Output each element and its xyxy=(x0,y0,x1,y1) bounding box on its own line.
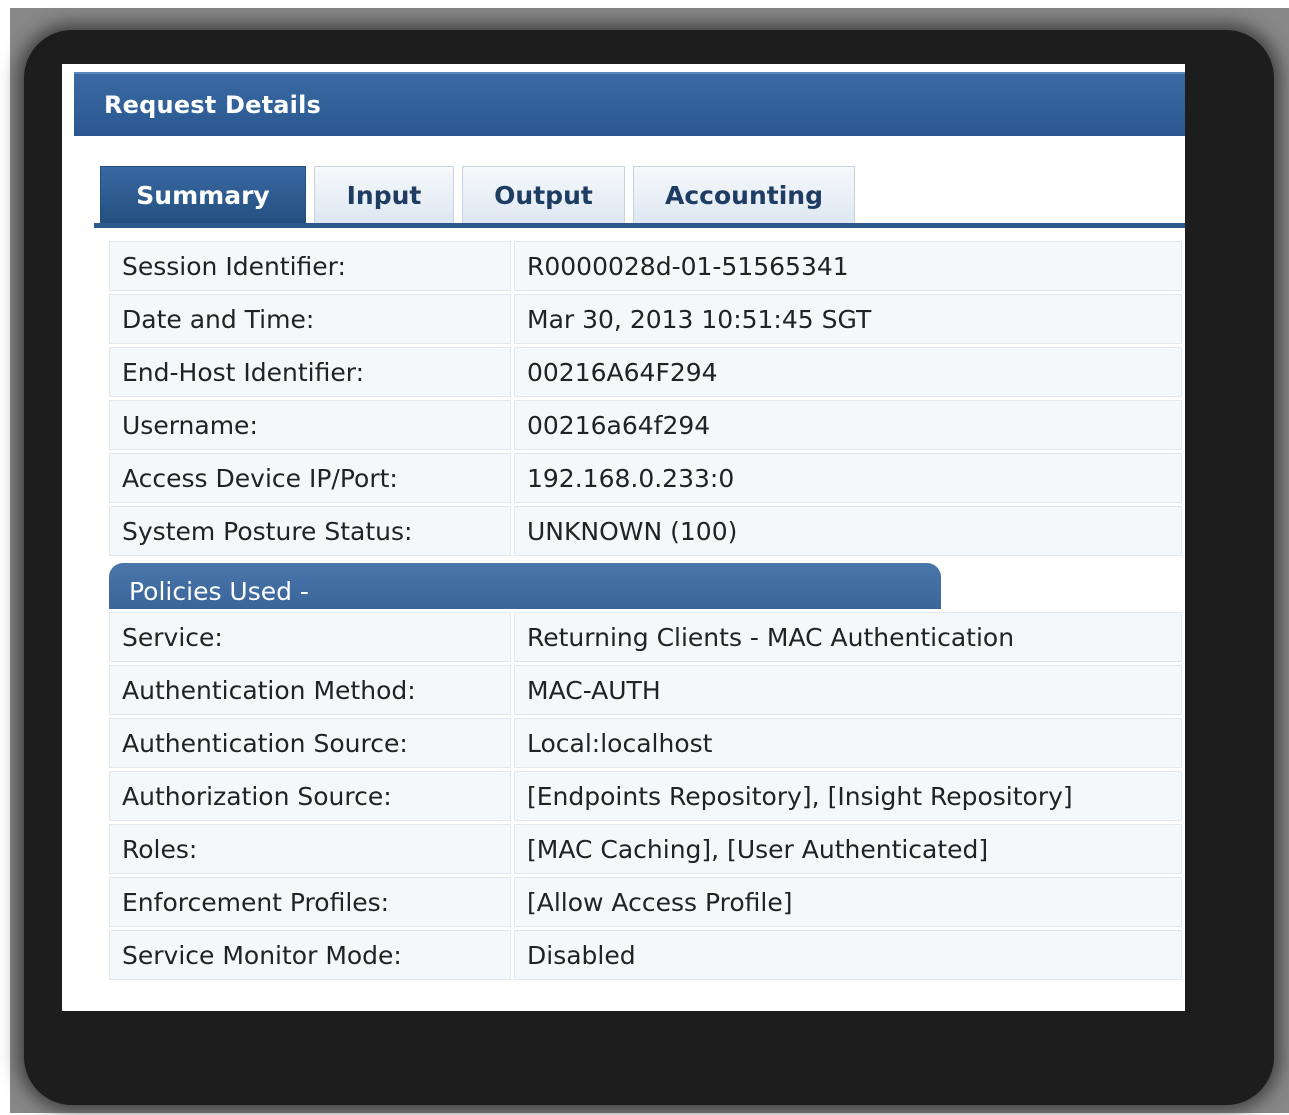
authorization-source-label: Authorization Source: xyxy=(109,771,511,821)
service-label: Service: xyxy=(109,612,511,662)
table-row: Service Monitor Mode: Disabled xyxy=(109,930,1182,980)
auth-method-label: Authentication Method: xyxy=(109,665,511,715)
table-row: Service: Returning Clients - MAC Authent… xyxy=(109,612,1182,662)
tab-underline xyxy=(94,223,1185,228)
dialog-title: Request Details xyxy=(104,91,322,119)
session-identifier-label: Session Identifier: xyxy=(109,241,511,291)
auth-source-value: Local:localhost xyxy=(514,718,1182,768)
dialog-title-bar[interactable]: Request Details xyxy=(74,72,1185,136)
access-device-label: Access Device IP/Port: xyxy=(109,453,511,503)
request-details-dialog: Request Details Summary Input Output Acc… xyxy=(62,64,1185,1011)
enforcement-profiles-label: Enforcement Profiles: xyxy=(109,877,511,927)
access-device-value: 192.168.0.233:0 xyxy=(514,453,1182,503)
table-row: Authentication Source: Local:localhost xyxy=(109,718,1182,768)
session-identifier-value: R0000028d-01-51565341 xyxy=(514,241,1182,291)
service-monitor-mode-label: Service Monitor Mode: xyxy=(109,930,511,980)
tab-bar: Summary Input Output Accounting xyxy=(100,166,863,224)
posture-status-label: System Posture Status: xyxy=(109,506,511,556)
service-value: Returning Clients - MAC Authentication xyxy=(514,612,1182,662)
table-row: End-Host Identifier: 00216A64F294 xyxy=(109,347,1182,397)
tab-output[interactable]: Output xyxy=(462,166,625,224)
date-time-label: Date and Time: xyxy=(109,294,511,344)
table-row: Session Identifier: R0000028d-01-5156534… xyxy=(109,241,1182,291)
username-label: Username: xyxy=(109,400,511,450)
request-details-table: Session Identifier: R0000028d-01-5156534… xyxy=(106,238,1185,983)
tab-summary[interactable]: Summary xyxy=(100,166,306,224)
date-time-value: Mar 30, 2013 10:51:45 SGT xyxy=(514,294,1182,344)
auth-method-value: MAC-AUTH xyxy=(514,665,1182,715)
roles-label: Roles: xyxy=(109,824,511,874)
enforcement-profiles-value: [Allow Access Profile] xyxy=(514,877,1182,927)
policies-used-header[interactable]: Policies Used - xyxy=(109,563,941,609)
table-row: Roles: [MAC Caching], [User Authenticate… xyxy=(109,824,1182,874)
table-row: Authentication Method: MAC-AUTH xyxy=(109,665,1182,715)
policies-section-row: Policies Used - xyxy=(109,559,1182,609)
table-row: Date and Time: Mar 30, 2013 10:51:45 SGT xyxy=(109,294,1182,344)
table-row: System Posture Status: UNKNOWN (100) xyxy=(109,506,1182,556)
table-row: Enforcement Profiles: [Allow Access Prof… xyxy=(109,877,1182,927)
tab-input[interactable]: Input xyxy=(314,166,454,224)
table-row: Username: 00216a64f294 xyxy=(109,400,1182,450)
table-row: Access Device IP/Port: 192.168.0.233:0 xyxy=(109,453,1182,503)
tab-accounting[interactable]: Accounting xyxy=(633,166,855,224)
username-value: 00216a64f294 xyxy=(514,400,1182,450)
policies-section-cell: Policies Used - xyxy=(109,559,1182,609)
authorization-source-value: [Endpoints Repository], [Insight Reposit… xyxy=(514,771,1182,821)
auth-source-label: Authentication Source: xyxy=(109,718,511,768)
posture-status-value: UNKNOWN (100) xyxy=(514,506,1182,556)
service-monitor-mode-value: Disabled xyxy=(514,930,1182,980)
table-row: Authorization Source: [Endpoints Reposit… xyxy=(109,771,1182,821)
end-host-identifier-value: 00216A64F294 xyxy=(514,347,1182,397)
roles-value: [MAC Caching], [User Authenticated] xyxy=(514,824,1182,874)
end-host-identifier-label: End-Host Identifier: xyxy=(109,347,511,397)
